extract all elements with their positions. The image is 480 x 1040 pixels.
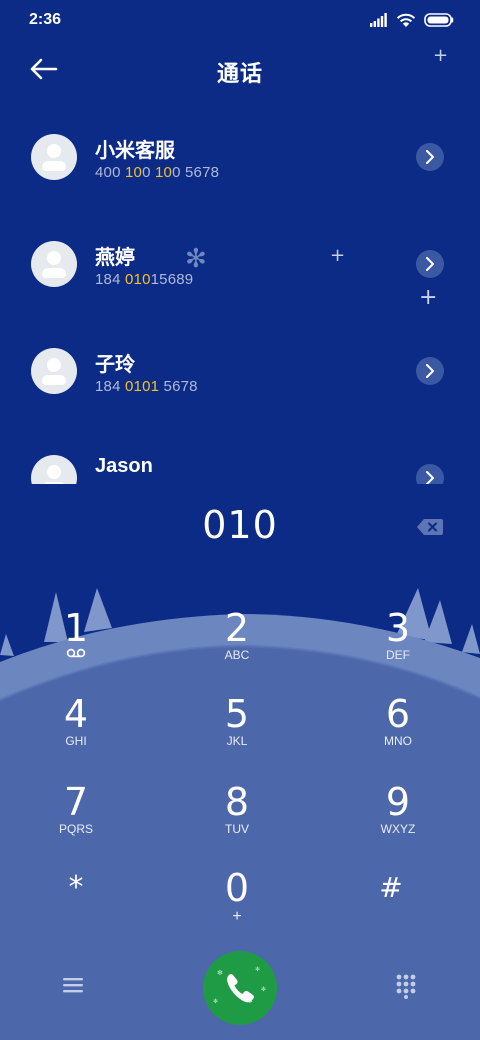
key-letters: TUV [225,822,249,836]
key-letters: JKL [226,734,248,748]
contact-number: 184 01015689 [95,271,194,288]
phone-icon: ✻ ✻ ✻ ✻ ✻ [213,966,266,1005]
svg-text:✻: ✻ [261,986,266,993]
wifi-icon [396,13,416,27]
key-digit: 0 [224,866,250,910]
page-title: 通话 [216,62,263,87]
key-9[interactable]: 9 WXYZ [338,780,458,860]
contact-detail-button[interactable] [416,143,444,171]
key-digit: 3 [385,606,411,650]
status-bar: 2:36 [0,0,480,40]
key-8[interactable]: 8 TUV [177,780,297,860]
contact-name: 小米客服 [95,140,175,162]
key-7[interactable]: 7 PQRS [16,780,136,860]
status-time: 2:36 [29,11,62,28]
chevron-right-icon [426,364,434,378]
contact-detail-button[interactable] [416,357,444,385]
contact-row[interactable]: 燕婷 184 01015689 [0,211,480,319]
key-letters: MNO [384,734,412,748]
keypad-toggle-button[interactable] [395,973,417,999]
key-5[interactable]: 5 JKL [177,692,297,772]
key-digit: * [68,870,84,905]
contact-detail-button[interactable] [416,464,444,484]
key-letters: GHI [65,734,87,748]
backspace-button[interactable] [416,516,444,538]
menu-icon [63,978,83,993]
chevron-right-icon [426,257,434,271]
battery-icon [424,13,454,27]
avatar [31,241,77,287]
key-4[interactable]: 4 GHI [16,692,136,772]
contact-row[interactable]: 小米客服 400 100 100 5678 [0,104,480,212]
dialpad-icon [396,974,416,999]
contact-row[interactable]: 子玲 184 0101 5678 [0,318,480,426]
call-button[interactable]: ✻ ✻ ✻ ✻ ✻ [203,951,277,1025]
key-digit: 5 [224,692,250,736]
key-digit: 4 [63,692,89,736]
key-digit: 2 [224,606,250,650]
contact-name: Jason [95,455,153,477]
key-2[interactable]: 2 ABC [177,606,297,686]
key-3[interactable]: 3 DEF [338,606,458,686]
key-0[interactable]: 0 + [177,866,297,946]
bottom-bar: ✻ ✻ ✻ ✻ ✻ [0,940,480,1040]
key-digit: 8 [224,780,250,824]
key-letters: PQRS [58,822,93,836]
sparkle-icon: + [433,45,449,66]
menu-button[interactable] [60,974,86,996]
contact-number: 400 100 100 5678 [95,164,220,181]
key-digit: 9 [385,780,411,824]
contact-list[interactable]: 小米客服 400 100 100 5678 燕婷 184 01015689 子玲… [0,104,480,484]
key-6[interactable]: 6 MNO [338,692,458,772]
key-letters: ABC [224,648,250,662]
contact-name: 子玲 [95,354,135,376]
key-letters: DEF [386,648,410,662]
chevron-right-icon [426,150,434,164]
key-digit: # [379,871,403,904]
contact-number: 184 0101 5678 [95,378,198,395]
header: 通话 [0,44,480,96]
contact-name: 燕婷 [95,247,135,269]
avatar [31,348,77,394]
svg-text:✻: ✻ [213,998,218,1005]
avatar [31,455,77,484]
key-digit: 6 [385,692,411,736]
key-star[interactable]: * [16,866,136,946]
key-digit: 7 [63,780,89,824]
contact-detail-button[interactable] [416,250,444,278]
key-letters: WXYZ [380,822,416,836]
contact-row[interactable]: Jason [0,425,480,484]
key-1[interactable]: 1 [16,606,136,686]
key-digit: 1 [63,606,89,650]
avatar [31,134,77,180]
backspace-icon [417,519,443,535]
dialed-number: 010 [202,503,278,547]
signal-icon [370,13,387,27]
key-letters: + [232,908,242,925]
svg-text:✻: ✻ [255,966,260,973]
chevron-right-icon [426,471,434,484]
svg-text:✻: ✻ [217,969,223,977]
key-hash[interactable]: # [331,866,451,946]
